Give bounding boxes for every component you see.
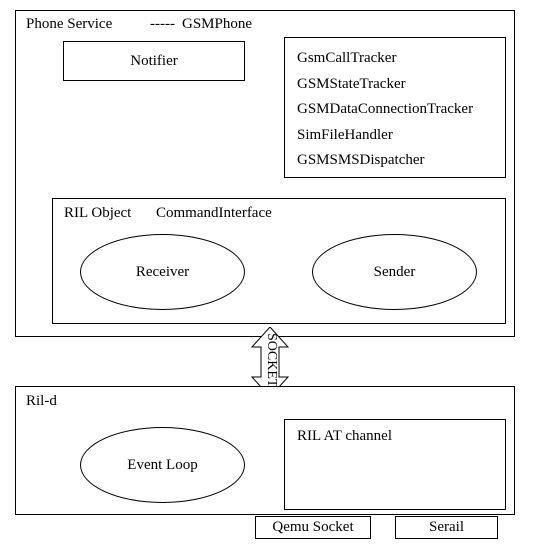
phone-service-title-dash: -----: [150, 16, 175, 33]
notifier-label: Notifier: [130, 53, 177, 70]
rild-title: Ril-d: [26, 393, 57, 410]
socket-label: SOCKET: [263, 333, 279, 387]
tracker-item: SimFileHandler: [297, 123, 493, 149]
tracker-item: GSMSMSDispatcher: [297, 148, 493, 174]
architecture-diagram: Phone Service ----- GSMPhone Notifier Gs…: [10, 10, 532, 539]
ril-object-title-left: RIL Object: [64, 205, 131, 222]
sender-ellipse: Sender: [312, 234, 477, 310]
receiver-ellipse: Receiver: [80, 234, 245, 310]
serail-label: Serail: [429, 519, 464, 536]
ril-at-channel-box: RIL AT channel: [284, 419, 506, 510]
tracker-item: GsmCallTracker: [297, 46, 493, 72]
phone-service-title-right: GSMPhone: [182, 16, 252, 33]
ril-at-channel-label: RIL AT channel: [297, 428, 392, 444]
event-loop-ellipse: Event Loop: [80, 427, 245, 503]
receiver-label: Receiver: [136, 264, 189, 281]
event-loop-label: Event Loop: [127, 457, 197, 474]
tracker-item: GSMDataConnectionTracker: [297, 97, 493, 123]
ril-object-title-right: CommandInterface: [156, 205, 272, 222]
trackers-box: GsmCallTracker GSMStateTracker GSMDataCo…: [284, 37, 506, 178]
qemu-socket-box: Qemu Socket: [255, 516, 371, 539]
phone-service-title-left: Phone Service: [26, 16, 112, 33]
serail-box: Serail: [395, 516, 498, 539]
sender-label: Sender: [374, 264, 416, 281]
notifier-box: Notifier: [63, 41, 245, 81]
qemu-socket-label: Qemu Socket: [272, 519, 353, 536]
tracker-item: GSMStateTracker: [297, 72, 493, 98]
